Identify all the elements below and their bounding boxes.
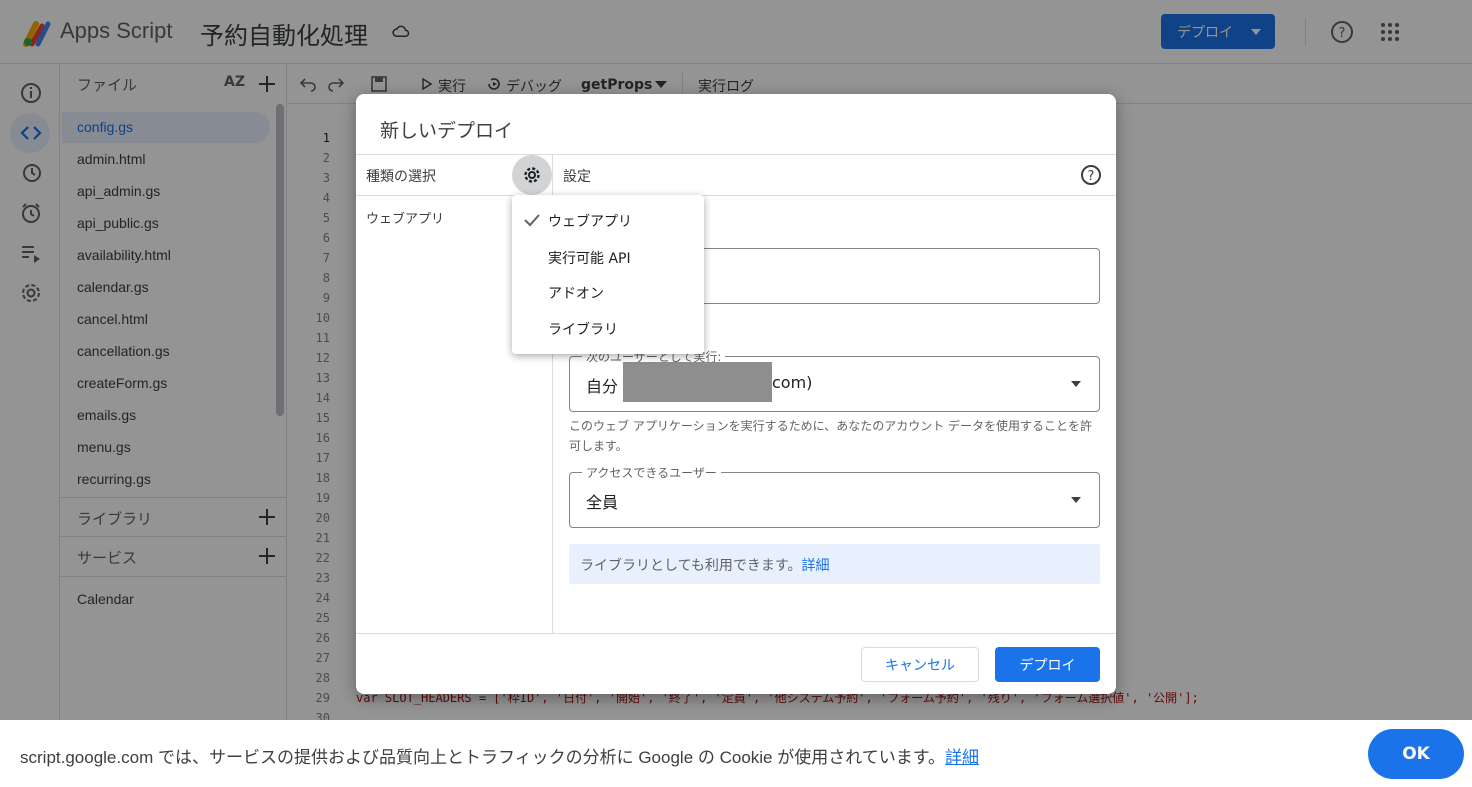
execute-as-help-text: このウェブ アプリケーションを実行するために、あなたのアカウント データを使用す…: [569, 419, 1093, 453]
menu-item-webapp[interactable]: ウェブアプリ: [548, 211, 632, 231]
new-deployment-dialog: 新しいデプロイ 種類の選択 設定 ? ウェブアプリ 次のユーザーとして実行: 自…: [356, 94, 1116, 694]
cancel-button[interactable]: キャンセル: [861, 647, 979, 682]
access-value: 全員: [586, 493, 619, 512]
redacted-email: [623, 362, 772, 402]
cookie-ok-button[interactable]: OK: [1368, 729, 1464, 779]
cookie-message: script.google.com では、サービスの提供および品質向上とトラフィ…: [20, 748, 946, 767]
dialog-footer-divider: [356, 633, 1116, 634]
dialog-title: 新しいデプロイ: [380, 120, 514, 142]
library-info-message: ライブラリとしても利用できます。: [580, 558, 802, 574]
deployment-type-menu: ウェブアプリ 実行可能 API アドオン ライブラリ: [512, 195, 704, 354]
access-select[interactable]: アクセスできるユーザー 全員: [569, 464, 1100, 528]
svg-text:?: ?: [1088, 169, 1095, 184]
menu-item-addon[interactable]: アドオン: [548, 283, 604, 303]
menu-item-executable-api[interactable]: 実行可能 API: [548, 248, 631, 268]
library-info-text: ライブラリとしても利用できます。詳細: [580, 555, 829, 575]
cookie-details-link[interactable]: 詳細: [945, 748, 979, 767]
learn-more-link[interactable]: 詳細: [801, 558, 829, 574]
chevron-down-icon: [1071, 497, 1081, 503]
selected-type-webapp[interactable]: ウェブアプリ: [366, 208, 444, 227]
chevron-down-icon: [1071, 381, 1081, 387]
dialog-deploy-button[interactable]: デプロイ: [995, 647, 1100, 682]
type-select-label: 種類の選択: [366, 169, 436, 185]
type-select-gear-button[interactable]: [512, 155, 552, 195]
settings-label: 設定: [563, 169, 591, 185]
dialog-divider: [356, 154, 1116, 155]
cookie-text: script.google.com では、サービスの提供および品質向上とトラフィ…: [20, 743, 979, 768]
help-icon[interactable]: ?: [1080, 164, 1102, 186]
dialog-divider: [356, 195, 1116, 196]
execute-as-value-suffix: com): [772, 373, 813, 392]
menu-item-library[interactable]: ライブラリ: [548, 319, 618, 339]
gear-icon: [524, 167, 540, 183]
access-legend: アクセスできるユーザー: [582, 464, 721, 481]
check-icon: [524, 214, 540, 227]
execute-as-value-prefix: 自分: [586, 377, 619, 396]
